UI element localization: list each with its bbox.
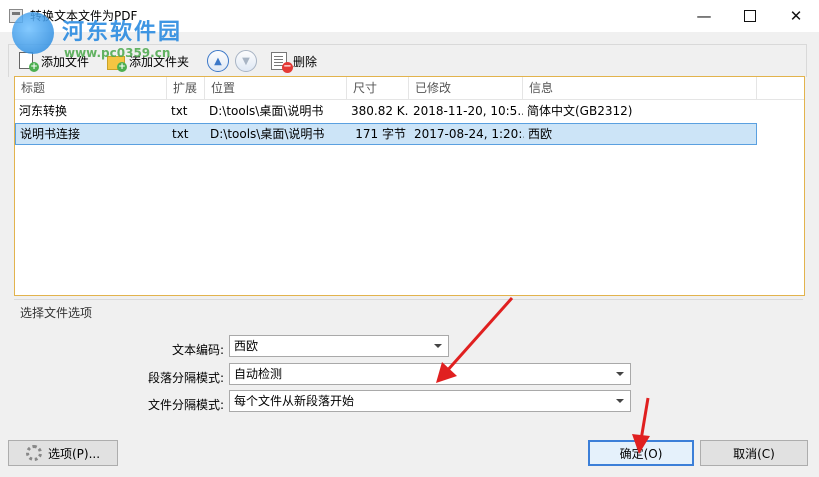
ok-button[interactable]: 确定(O) [588, 440, 694, 466]
window-title: 转换文本文件为PDF [30, 9, 138, 23]
file-separation-value: 每个文件从新段落开始 [234, 394, 355, 408]
column-header-location[interactable]: 位置 [205, 77, 347, 99]
chevron-down-icon [616, 372, 624, 376]
list-header: 标题 扩展 位置 尺寸 已修改 信息 [15, 77, 804, 100]
paragraph-mode-select[interactable]: 自动检测 [229, 363, 631, 385]
cell-size: 380.82 K.. [351, 104, 409, 118]
file-separation-select[interactable]: 每个文件从新段落开始 [229, 390, 631, 412]
move-up-button[interactable]: ▲ [207, 49, 229, 73]
delete-button[interactable]: − 删除 [271, 49, 317, 73]
cell-location: D:\tools\桌面\说明书 [210, 127, 325, 141]
cell-location: D:\tools\桌面\说明书 [209, 104, 324, 118]
minimize-button[interactable]: — [681, 0, 727, 32]
cell-modified: 2017-08-24, 1:20:.. [414, 127, 524, 141]
cancel-button[interactable]: 取消(C) [700, 440, 808, 466]
encoding-select[interactable]: 西欧 [229, 335, 449, 357]
add-file-label: 添加文件 [41, 54, 90, 69]
cell-modified: 2018-11-20, 10:5.. [413, 104, 523, 118]
column-header-modified[interactable]: 已修改 [409, 77, 523, 99]
column-header-title[interactable]: 标题 [15, 77, 167, 99]
options-button[interactable]: 选项(P)... [8, 440, 118, 466]
chevron-down-icon [616, 399, 624, 403]
arrow-up-icon: ▲ [207, 50, 229, 72]
encoding-value: 西欧 [234, 339, 259, 353]
cell-ext: txt [171, 104, 188, 118]
gear-icon [25, 445, 42, 461]
file-options-panel: 选择文件选项 文本编码: 西欧 段落分隔模式: 自动检测 文件分隔模式: 每个文… [14, 299, 803, 425]
delete-label: 删除 [293, 54, 318, 69]
ok-button-label: 确定(O) [619, 446, 663, 461]
title-bar: 转换文本文件为PDF — ✕ [0, 0, 819, 32]
add-folder-button[interactable]: + 添加文件夹 [107, 49, 189, 73]
paragraph-mode-label: 段落分隔模式: [147, 371, 224, 385]
add-file-icon: + [19, 52, 39, 72]
table-row[interactable]: 河东转换 txt D:\tools\桌面\说明书 380.82 K.. 2018… [15, 100, 757, 122]
column-header-info[interactable]: 信息 [523, 77, 757, 99]
options-section-title: 选择文件选项 [20, 306, 93, 320]
column-header-ext[interactable]: 扩展 [167, 77, 205, 99]
column-header-size[interactable]: 尺寸 [347, 77, 409, 99]
add-folder-icon: + [107, 52, 127, 72]
cell-size: 171 字节 [355, 127, 406, 141]
cell-title: 说明书连接 [20, 127, 81, 141]
chevron-down-icon [434, 344, 442, 348]
toolbar: + 添加文件 + 添加文件夹 ▲ ▼ − 删除 [8, 44, 807, 77]
cell-info: 西欧 [528, 127, 553, 141]
cell-title: 河东转换 [19, 104, 68, 118]
cell-ext: txt [172, 127, 189, 141]
delete-icon: − [271, 52, 293, 73]
maximize-icon [744, 10, 756, 22]
paragraph-mode-value: 自动检测 [234, 367, 283, 381]
add-file-button[interactable]: + 添加文件 [19, 49, 89, 73]
cancel-button-label: 取消(C) [733, 446, 775, 461]
close-button[interactable]: ✕ [773, 0, 819, 32]
file-list[interactable]: 标题 扩展 位置 尺寸 已修改 信息 河东转换 txt D:\tools\桌面\… [14, 76, 805, 296]
app-icon [9, 9, 23, 23]
arrow-down-icon: ▼ [235, 50, 257, 72]
encoding-label: 文本编码: [171, 343, 224, 357]
cell-info: 简体中文(GB2312) [527, 104, 633, 118]
table-row-selected[interactable]: 说明书连接 txt D:\tools\桌面\说明书 171 字节 2017-08… [15, 123, 757, 145]
add-folder-label: 添加文件夹 [129, 54, 190, 69]
move-down-button[interactable]: ▼ [235, 49, 257, 73]
options-button-label: 选项(P)... [47, 446, 101, 461]
maximize-button[interactable] [727, 0, 773, 32]
file-separation-label: 文件分隔模式: [147, 398, 224, 412]
